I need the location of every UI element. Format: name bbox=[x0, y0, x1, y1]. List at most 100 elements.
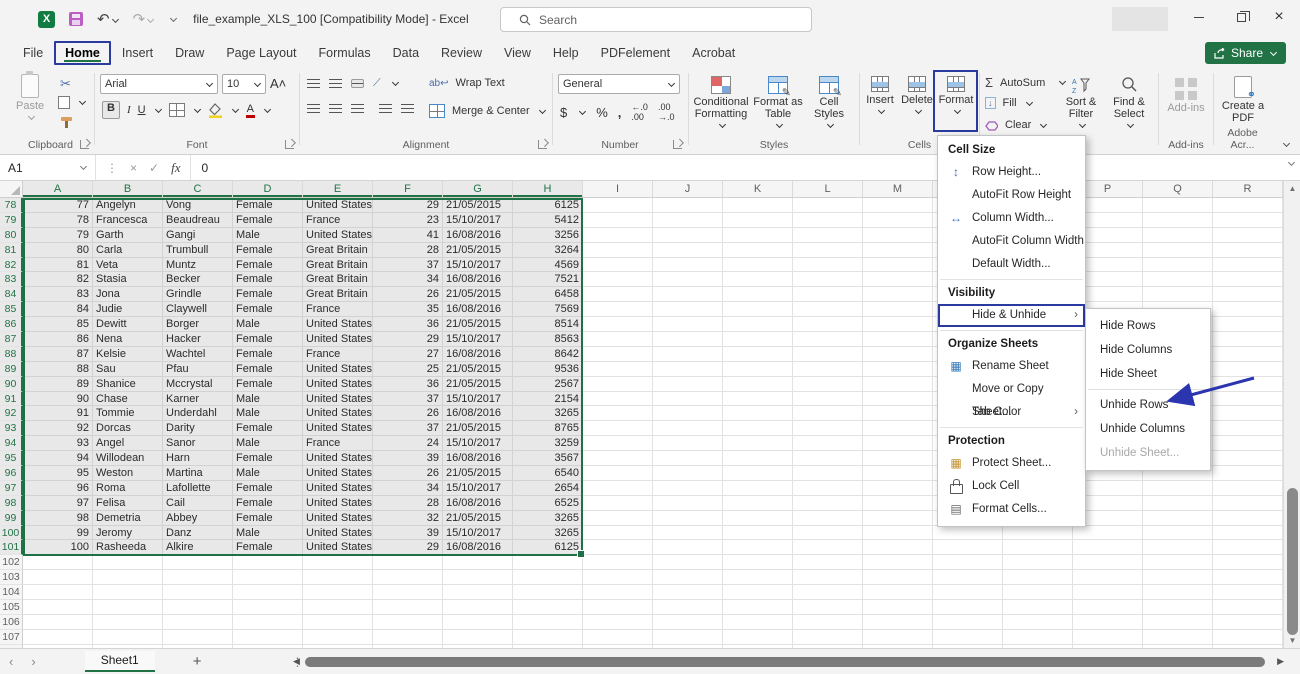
cell-Q101[interactable] bbox=[1143, 540, 1213, 555]
cell-B86[interactable]: Dewitt bbox=[93, 317, 163, 332]
cell-R95[interactable] bbox=[1213, 451, 1283, 466]
cell-G83[interactable]: 16/08/2016 bbox=[443, 272, 513, 287]
cell-B99[interactable]: Demetria bbox=[93, 511, 163, 526]
cell-Q107[interactable] bbox=[1143, 630, 1213, 645]
cell-I102[interactable] bbox=[583, 555, 653, 570]
horizontal-scrollbar-thumb[interactable] bbox=[305, 657, 1265, 667]
cell-C93[interactable]: Darity bbox=[163, 421, 233, 436]
cell-I93[interactable] bbox=[583, 421, 653, 436]
cell-M94[interactable] bbox=[863, 436, 933, 451]
increase-font-icon[interactable]: A˄ bbox=[270, 76, 286, 91]
customize-qat-icon[interactable] bbox=[170, 14, 177, 21]
cell-I91[interactable] bbox=[583, 392, 653, 407]
tab-pdfelement[interactable]: PDFelement bbox=[590, 41, 681, 65]
cell-O104[interactable] bbox=[1003, 585, 1073, 600]
cell-N102[interactable] bbox=[933, 555, 1003, 570]
cell-D80[interactable]: Male bbox=[233, 228, 303, 243]
cell-A96[interactable]: 95 bbox=[23, 466, 93, 481]
cell-C94[interactable]: Sanor bbox=[163, 436, 233, 451]
cell-A86[interactable]: 85 bbox=[23, 317, 93, 332]
cell-O107[interactable] bbox=[1003, 630, 1073, 645]
cell-J90[interactable] bbox=[653, 377, 723, 392]
cell-C92[interactable]: Underdahl bbox=[163, 406, 233, 421]
cell-B80[interactable]: Garth bbox=[93, 228, 163, 243]
row-header-82[interactable]: 82 bbox=[0, 258, 23, 273]
cell-B90[interactable]: Shanice bbox=[93, 377, 163, 392]
cell-H82[interactable]: 4569 bbox=[513, 258, 583, 273]
cell-R100[interactable] bbox=[1213, 526, 1283, 541]
cell-G101[interactable]: 16/08/2016 bbox=[443, 540, 513, 555]
cell-F102[interactable] bbox=[373, 555, 443, 570]
column-header-L[interactable]: L bbox=[793, 181, 863, 197]
cell-B96[interactable]: Weston bbox=[93, 466, 163, 481]
cell-R92[interactable] bbox=[1213, 406, 1283, 421]
cell-B104[interactable] bbox=[93, 585, 163, 600]
cell-D97[interactable]: Female bbox=[233, 481, 303, 496]
column-header-E[interactable]: E bbox=[303, 181, 373, 197]
cell-G107[interactable] bbox=[443, 630, 513, 645]
cell-A78[interactable]: 77 bbox=[23, 198, 93, 213]
cell-A80[interactable]: 79 bbox=[23, 228, 93, 243]
menu-item-row-height[interactable]: Row Height... bbox=[938, 161, 1085, 184]
cell-B102[interactable] bbox=[93, 555, 163, 570]
cell-Q84[interactable] bbox=[1143, 287, 1213, 302]
cell-G92[interactable]: 16/08/2016 bbox=[443, 406, 513, 421]
cell-L83[interactable] bbox=[793, 272, 863, 287]
cell-F101[interactable]: 29 bbox=[373, 540, 443, 555]
copy-button[interactable] bbox=[58, 96, 86, 109]
cell-R78[interactable] bbox=[1213, 198, 1283, 213]
menu-item-protect-sheet[interactable]: Protect Sheet... bbox=[938, 452, 1085, 475]
cell-H105[interactable] bbox=[513, 600, 583, 615]
cell-C85[interactable]: Claywell bbox=[163, 302, 233, 317]
cell-L78[interactable] bbox=[793, 198, 863, 213]
row-header-93[interactable]: 93 bbox=[0, 421, 23, 436]
cell-K93[interactable] bbox=[723, 421, 793, 436]
cell-M99[interactable] bbox=[863, 511, 933, 526]
cell-H94[interactable]: 3259 bbox=[513, 436, 583, 451]
cell-A79[interactable]: 78 bbox=[23, 213, 93, 228]
cell-D104[interactable] bbox=[233, 585, 303, 600]
font-size-select[interactable]: 10 bbox=[222, 74, 266, 94]
sheet-tab-sheet1[interactable]: Sheet1 bbox=[85, 651, 155, 672]
cell-C78[interactable]: Vong bbox=[163, 198, 233, 213]
cell-P105[interactable] bbox=[1073, 600, 1143, 615]
cell-B103[interactable] bbox=[93, 570, 163, 585]
row-header-79[interactable]: 79 bbox=[0, 213, 23, 228]
column-header-G[interactable]: G bbox=[443, 181, 513, 197]
cell-B82[interactable]: Veta bbox=[93, 258, 163, 273]
cell-C99[interactable]: Abbey bbox=[163, 511, 233, 526]
tab-acrobat[interactable]: Acrobat bbox=[681, 41, 746, 65]
cell-L104[interactable] bbox=[793, 585, 863, 600]
formula-input[interactable]: 0 bbox=[191, 161, 208, 175]
cell-A105[interactable] bbox=[23, 600, 93, 615]
cell-J98[interactable] bbox=[653, 496, 723, 511]
cell-K97[interactable] bbox=[723, 481, 793, 496]
number-dialog-launcher[interactable] bbox=[673, 140, 682, 149]
cell-I85[interactable] bbox=[583, 302, 653, 317]
cell-J103[interactable] bbox=[653, 570, 723, 585]
cell-M104[interactable] bbox=[863, 585, 933, 600]
cell-H107[interactable] bbox=[513, 630, 583, 645]
cell-C88[interactable]: Wachtel bbox=[163, 347, 233, 362]
cell-A83[interactable]: 82 bbox=[23, 272, 93, 287]
cell-F98[interactable]: 28 bbox=[373, 496, 443, 511]
cell-H91[interactable]: 2154 bbox=[513, 392, 583, 407]
cell-R91[interactable] bbox=[1213, 392, 1283, 407]
cell-F81[interactable]: 28 bbox=[373, 243, 443, 258]
cell-F93[interactable]: 37 bbox=[373, 421, 443, 436]
cell-Q79[interactable] bbox=[1143, 213, 1213, 228]
column-header-H[interactable]: H bbox=[513, 181, 583, 197]
cell-P103[interactable] bbox=[1073, 570, 1143, 585]
cell-L84[interactable] bbox=[793, 287, 863, 302]
cell-I81[interactable] bbox=[583, 243, 653, 258]
cell-E87[interactable]: United States bbox=[303, 332, 373, 347]
cell-R86[interactable] bbox=[1213, 317, 1283, 332]
cell-E82[interactable]: Great Britain bbox=[303, 258, 373, 273]
cell-G95[interactable]: 16/08/2016 bbox=[443, 451, 513, 466]
cell-R93[interactable] bbox=[1213, 421, 1283, 436]
cell-E103[interactable] bbox=[303, 570, 373, 585]
cell-N101[interactable] bbox=[933, 540, 1003, 555]
tab-review[interactable]: Review bbox=[430, 41, 493, 65]
cell-Q103[interactable] bbox=[1143, 570, 1213, 585]
column-header-R[interactable]: R bbox=[1213, 181, 1283, 197]
